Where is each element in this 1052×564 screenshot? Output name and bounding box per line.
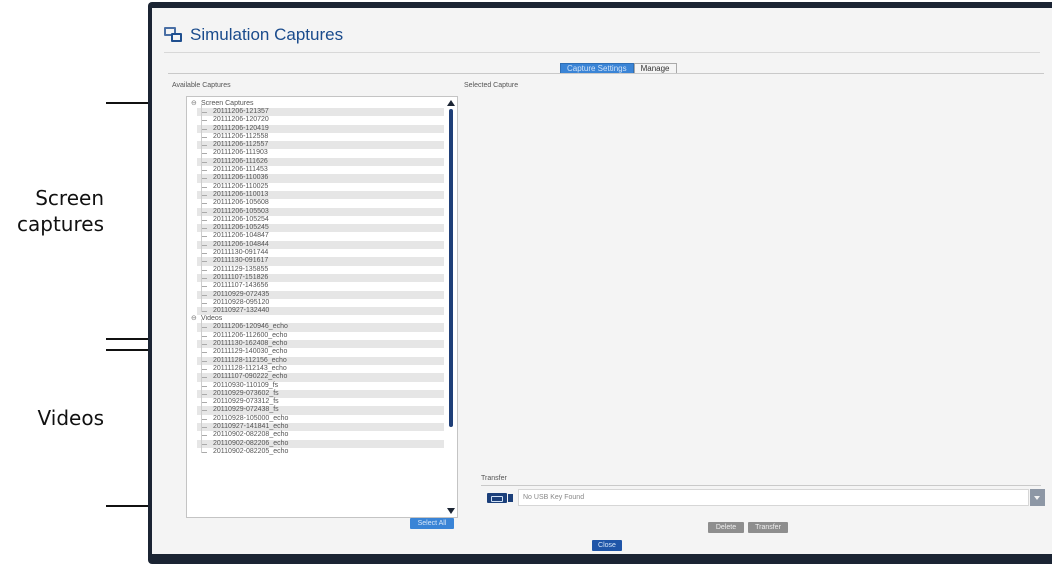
window-title: Simulation Captures <box>190 25 344 44</box>
tree-item[interactable]: 20111206-121357 <box>197 103 444 117</box>
chevron-down-icon[interactable] <box>1030 489 1045 506</box>
tree-item[interactable]: 20111107-151826 <box>197 269 444 283</box>
scroll-up-arrow-icon[interactable] <box>447 100 455 106</box>
tree-item[interactable]: 20110929-073602_fs <box>197 385 444 399</box>
tree-item[interactable]: 20110928-095120 <box>197 294 444 307</box>
tree-item[interactable]: 20111206-105245 <box>197 220 444 233</box>
tree-item[interactable]: 20111206-112558 <box>197 128 444 141</box>
tree-item[interactable]: 20110929-072438_fs <box>197 402 444 415</box>
tree-item[interactable]: 20111130-091744 <box>197 244 444 257</box>
tree-item[interactable]: 20111206-105254 <box>197 211 444 224</box>
section-divider <box>168 73 1044 74</box>
transfer-label: Transfer <box>481 475 507 482</box>
tree-item[interactable]: 20111107-090222_echo <box>197 369 444 382</box>
tree-item[interactable]: 20111206-112600_echo <box>197 327 444 340</box>
callout-screen-line2: captures <box>17 212 104 236</box>
scroll-down-arrow-icon[interactable] <box>447 508 455 514</box>
tree-item[interactable]: 20111206-110025 <box>197 178 444 191</box>
select-all-button[interactable]: Select All <box>410 518 454 529</box>
tree-item[interactable]: 20111206-120946_echo <box>197 319 444 332</box>
tree-scrollbar[interactable] <box>445 97 457 517</box>
tree-item[interactable]: 20111206-111903 <box>197 145 444 157</box>
tree-item[interactable]: 20110929-072435 <box>197 286 444 299</box>
tree-item[interactable]: 20111206-110013 <box>197 186 444 200</box>
available-captures-label: Available Captures <box>172 82 231 89</box>
usb-device-select[interactable]: No USB Key Found <box>518 489 1029 506</box>
monitors-icon <box>164 27 182 43</box>
tree-item[interactable]: 20111206-112557 <box>197 137 444 150</box>
tree-item[interactable]: 20111129-135855 <box>197 261 444 274</box>
transfer-button[interactable]: Transfer <box>748 522 788 533</box>
tree-item[interactable]: 20110902-082206_echo <box>197 435 444 448</box>
tree-group-screen-captures[interactable]: ⊖ Screen Captures <box>191 100 441 108</box>
captures-tree-panel: ⊖ Screen Captures 20111206-121357 2011120… <box>186 96 458 518</box>
tree-item[interactable]: 20110930-110109_fs <box>197 377 444 390</box>
tree-item[interactable]: 20111130-091617 <box>197 253 444 266</box>
scroll-thumb[interactable] <box>449 109 453 427</box>
selected-capture-label: Selected Capture <box>464 82 519 89</box>
tree-item[interactable]: 20111128-112143_echo <box>197 360 444 373</box>
delete-button[interactable]: Delete <box>708 522 744 533</box>
title-bar: Simulation Captures <box>164 22 343 48</box>
group-label: Screen Captures <box>201 100 254 107</box>
tree-group-videos[interactable]: ⊖ Videos <box>191 315 441 323</box>
callout-screen-line1: Screen <box>35 186 104 210</box>
tree-item[interactable]: 20111206-110036 <box>197 170 444 183</box>
tree-item[interactable]: 20110902-082208_echo <box>197 427 444 439</box>
tree-item[interactable]: 20110928-105000_echo <box>197 410 444 423</box>
captures-tree: ⊖ Screen Captures 20111206-121357 2011120… <box>191 100 444 456</box>
transfer-divider <box>481 485 1041 486</box>
tree-item[interactable]: 20111128-112156_echo <box>197 352 444 365</box>
tree-item[interactable]: 20110927-141841_echo <box>197 418 444 432</box>
tree-item[interactable]: 20110927-132440 <box>197 302 444 316</box>
callout-videos: Videos <box>37 406 104 430</box>
usb-icon <box>487 493 507 503</box>
tree-item[interactable]: 20111206-120419 <box>197 120 444 133</box>
tree-item[interactable]: 20111206-104847 <box>197 228 444 240</box>
tree-item[interactable]: 20111206-111453 <box>197 161 444 174</box>
tree-item[interactable]: 20111206-105608 <box>197 195 444 207</box>
group-label: Videos <box>201 315 223 323</box>
tree-item[interactable]: 20111206-105503 <box>197 203 444 216</box>
usb-plug-icon <box>508 494 513 502</box>
collapse-icon[interactable]: ⊖ <box>191 100 199 108</box>
callout-screen-captures: Screen captures <box>0 185 104 237</box>
simulation-captures-window: Simulation Captures Capture Settings Man… <box>152 8 1052 554</box>
tree-item[interactable]: 20111206-104844 <box>197 236 444 250</box>
bracket-videos <box>106 349 152 507</box>
tree-item[interactable]: 20110902-082205_echo <box>197 443 444 456</box>
tree-item[interactable]: 20111206-120720 <box>197 112 444 124</box>
tree-item[interactable]: 20110929-073312_fs <box>197 393 444 406</box>
collapse-icon[interactable]: ⊖ <box>191 315 199 323</box>
tree-item[interactable]: 20111206-111626 <box>197 153 444 167</box>
title-divider <box>164 52 1040 53</box>
bracket-screen-captures <box>106 102 152 340</box>
close-button[interactable]: Close <box>592 540 622 551</box>
tree-item[interactable]: 20111107-143656 <box>197 278 444 290</box>
tree-item[interactable]: 20111130-162408_echo <box>197 335 444 349</box>
tree-item[interactable]: 20111129-140030_echo <box>197 344 444 356</box>
